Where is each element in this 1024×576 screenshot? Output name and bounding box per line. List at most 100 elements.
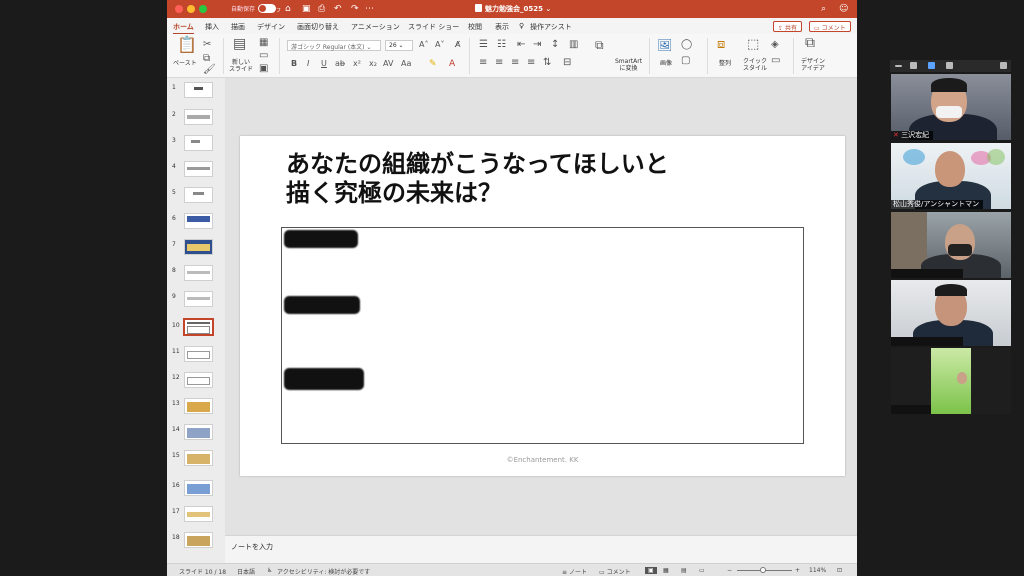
strikethrough-icon[interactable]: ab̶ <box>335 59 345 69</box>
tab-home[interactable]: ホーム <box>173 22 194 35</box>
italic-icon[interactable]: I <box>307 59 309 69</box>
bold-icon[interactable]: B <box>291 59 297 69</box>
slide-thumbnail[interactable] <box>184 213 213 229</box>
clear-format-icon[interactable]: A̸ <box>455 40 460 50</box>
arrange-icon[interactable]: ⧈ <box>717 38 725 51</box>
notes-pane[interactable]: ノートを入力 <box>225 535 857 563</box>
tab-transitions[interactable]: 画面切り替え <box>297 22 339 32</box>
justify-icon[interactable]: ≡ <box>527 58 535 68</box>
decrease-font-icon[interactable]: A˅ <box>435 40 444 50</box>
account-icon[interactable]: ☺ <box>839 3 848 15</box>
paste-icon[interactable]: 📋 <box>177 37 197 53</box>
zoom-level[interactable]: 114% <box>809 567 826 574</box>
tab-slideshow[interactable]: スライド ショー <box>408 22 459 32</box>
slide-thumbnail[interactable] <box>184 135 213 151</box>
reading-view-icon[interactable]: ▤ <box>681 567 687 574</box>
slide-thumbnail[interactable] <box>184 346 213 362</box>
gallery-view-icon[interactable] <box>910 62 917 69</box>
more-icon[interactable]: ⋯ <box>365 3 374 15</box>
slide-thumbnail[interactable] <box>184 424 213 440</box>
slide-thumbnail[interactable] <box>184 265 213 281</box>
slide-thumbnail[interactable] <box>184 532 213 548</box>
quick-style-icon[interactable]: ⬚ <box>747 38 759 51</box>
layout-icon[interactable]: ▦ <box>259 38 268 48</box>
copy-icon[interactable]: ⧉ <box>203 54 210 64</box>
slide-thumbnail-selected[interactable] <box>183 318 214 336</box>
underline-icon[interactable]: U <box>321 59 327 69</box>
slide-sorter-icon[interactable]: ▦ <box>663 567 669 574</box>
smartart-icon[interactable]: ⧉ <box>595 39 604 51</box>
slide-thumbnail[interactable] <box>184 480 213 496</box>
outdent-icon[interactable]: ⇥ <box>533 40 541 50</box>
reset-icon[interactable]: ▭ <box>259 51 268 61</box>
slide-thumbnail[interactable] <box>184 161 213 177</box>
slide-thumbnail[interactable] <box>184 506 213 522</box>
accessibility-status[interactable]: アクセシビリティ: 検討が必要です <box>277 567 370 576</box>
superscript-icon[interactable]: x² <box>353 59 361 69</box>
bullets-icon[interactable]: ☰ <box>479 40 488 50</box>
slide-thumbnail[interactable] <box>184 398 213 414</box>
columns-icon[interactable]: ▥ <box>569 40 578 50</box>
slide-thumbnail[interactable] <box>184 82 213 98</box>
increase-font-icon[interactable]: A˄ <box>419 40 428 50</box>
picture-icon[interactable]: 🖼 <box>657 39 672 51</box>
shapes-icon[interactable]: ◯ <box>681 40 692 50</box>
align-center-icon[interactable]: ≡ <box>495 58 503 68</box>
slide-content-box[interactable] <box>281 227 804 444</box>
tab-review[interactable]: 校閲 <box>468 22 482 32</box>
expand-panel-icon[interactable] <box>1000 62 1007 69</box>
slideshow-view-icon[interactable]: ▭ <box>699 567 705 574</box>
align-right-icon[interactable]: ≡ <box>511 58 519 68</box>
participant-video[interactable] <box>891 212 1011 278</box>
line-spacing-icon[interactable]: ↕ <box>551 40 559 50</box>
share-button[interactable]: ⇪ 共有 <box>773 21 802 32</box>
tab-animations[interactable]: アニメーション <box>351 22 400 32</box>
tab-view[interactable]: 表示 <box>495 22 509 32</box>
fill-icon[interactable]: ◈ <box>771 40 779 50</box>
change-case-icon[interactable]: Aa <box>401 59 411 69</box>
align-left-icon[interactable]: ≡ <box>479 58 487 68</box>
indent-icon[interactable]: ⇤ <box>517 40 525 50</box>
language-indicator[interactable]: 日本語 <box>237 567 255 576</box>
participant-video[interactable]: 松山秀俊/アンシャントマン <box>891 143 1011 209</box>
format-painter-icon[interactable]: 🖌 <box>203 65 216 75</box>
fit-slide-icon[interactable]: ⊡ <box>837 567 842 574</box>
cut-icon[interactable]: ✂ <box>203 40 211 50</box>
subscript-icon[interactable]: x₂ <box>369 59 377 69</box>
tell-me-assist[interactable]: 操作アシスト <box>530 22 572 32</box>
slide-thumbnail[interactable] <box>184 239 213 255</box>
speaker-view-icon[interactable] <box>928 62 935 69</box>
text-direction-icon[interactable]: ⇅ <box>543 58 551 68</box>
font-color-icon[interactable]: A <box>449 59 455 69</box>
assist-icon[interactable]: ♀ <box>519 22 524 30</box>
zoom-slider-handle[interactable] <box>760 567 766 573</box>
font-size-select[interactable]: 26 ⌄ <box>385 40 413 51</box>
slide-thumbnail[interactable] <box>184 291 213 307</box>
outline-icon[interactable]: ▭ <box>771 56 780 66</box>
zoom-out-icon[interactable]: − <box>727 567 732 574</box>
slide-thumbnail[interactable] <box>184 109 213 125</box>
numbering-icon[interactable]: ☷ <box>497 40 506 50</box>
font-name-select[interactable]: 游ゴシック Regular (本文) ⌄ <box>287 40 381 51</box>
textbox-icon[interactable]: ▢ <box>681 56 690 66</box>
participant-video[interactable] <box>891 280 1011 346</box>
tab-design[interactable]: デザイン <box>257 22 285 32</box>
participant-video[interactable]: ✕ 三沢宏紀 <box>891 74 1011 140</box>
zoom-in-icon[interactable]: + <box>795 567 800 574</box>
minimize-panel-icon[interactable] <box>895 65 902 67</box>
comment-button[interactable]: ▭ コメント <box>809 21 851 32</box>
slide-thumbnail[interactable] <box>184 187 213 203</box>
char-spacing-icon[interactable]: AV <box>383 59 393 69</box>
home-icon[interactable]: ⌂ <box>285 3 291 15</box>
save-icon[interactable]: ▣ <box>302 3 311 15</box>
minimize-window-icon[interactable] <box>187 5 195 13</box>
tab-draw[interactable]: 描画 <box>231 22 245 32</box>
design-ideas-icon[interactable]: ⧉ <box>805 36 815 50</box>
undo-icon[interactable]: ↶ <box>334 3 342 15</box>
current-slide[interactable]: あなたの組織がこうなってほしいと 描く究極の未来は？ ©Enchantement… <box>240 136 845 476</box>
slide-title[interactable]: あなたの組織がこうなってほしいと 描く究極の未来は？ <box>286 150 806 208</box>
close-window-icon[interactable] <box>175 5 183 13</box>
highlight-icon[interactable]: ✎ <box>429 59 437 69</box>
new-slide-icon[interactable]: ▤ <box>233 37 246 51</box>
normal-view-icon[interactable]: ▣ <box>645 567 657 574</box>
